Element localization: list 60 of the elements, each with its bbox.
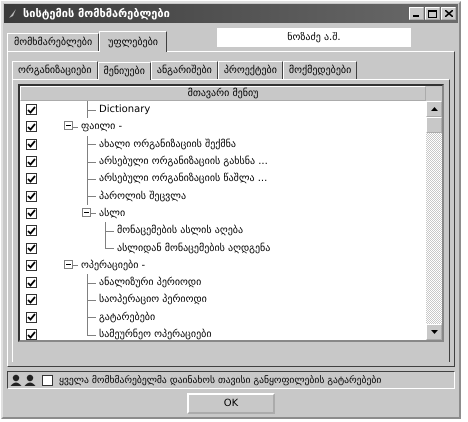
tree-item[interactable]: მონაცემების ასლის აღება [115, 225, 244, 236]
tree-item[interactable]: სამეურნეო ოპერაციები [97, 329, 212, 340]
collapse-toggle[interactable] [64, 260, 73, 269]
checkbox[interactable] [26, 312, 37, 323]
column-header: მთავარი მენიუ [20, 86, 426, 101]
checkbox[interactable] [26, 121, 37, 132]
tree-item[interactable]: ოპერაციები - [79, 260, 146, 271]
tree-item[interactable]: ანალიზური პერიოდი [97, 277, 202, 288]
tree-item[interactable]: არსებული ორგანიზაციის წაშლა ... [97, 173, 268, 184]
tree-item[interactable]: არსებული ორგანიზაციის გახსნა ... [97, 156, 268, 168]
checkbox[interactable] [42, 374, 53, 386]
person-icon [10, 374, 22, 386]
tree-item[interactable]: ფაილი - [79, 121, 122, 132]
up-arrow-icon [430, 107, 438, 111]
app-icon [8, 8, 17, 19]
minus-icon [66, 125, 71, 126]
collapse-toggle[interactable] [64, 121, 73, 130]
collapse-toggle[interactable] [82, 208, 91, 217]
checkbox[interactable] [26, 190, 37, 202]
scroll-down-button[interactable] [426, 324, 442, 340]
checkbox[interactable] [26, 225, 37, 236]
minus-icon [84, 212, 89, 213]
checkbox-label: ყველა მომხმარებელმა დაინახოს თავისი განყოფილების გატარებები [59, 374, 382, 386]
scroll-up-button[interactable] [426, 101, 442, 117]
tree-item[interactable]: გატარებები [97, 312, 156, 323]
checkbox[interactable] [26, 260, 37, 271]
scroll-thumb[interactable] [426, 117, 442, 133]
minimize-button[interactable] [409, 7, 424, 20]
tree-item[interactable]: Dictionary [97, 104, 150, 116]
checkbox[interactable] [26, 156, 37, 168]
person-icon [24, 374, 36, 386]
close-icon [444, 10, 452, 17]
scrollbar[interactable] [426, 101, 442, 340]
maximize-icon [428, 10, 437, 18]
checkbox[interactable] [26, 242, 37, 254]
tab[interactable]: მომხმარებლები [7, 33, 100, 51]
tree-item[interactable]: ახალი ორგანიზაციის შექმნა [97, 138, 236, 150]
close-button[interactable] [441, 7, 456, 20]
checkbox[interactable] [26, 104, 37, 116]
checkbox[interactable] [26, 173, 37, 184]
tree-item[interactable]: ასლიდან მონაცემების აღდგენა [115, 242, 270, 254]
checkbox[interactable] [26, 138, 37, 150]
window-title: სისტემის მომხმარებლები [23, 7, 171, 20]
tree-item[interactable]: ასლი [97, 208, 126, 219]
ok-button[interactable]: OK [187, 393, 275, 414]
tab[interactable]: მოქმედებები [282, 61, 358, 79]
tab[interactable]: ანგარიშები [150, 61, 218, 79]
checkbox[interactable] [26, 208, 37, 219]
tab[interactable]: ორგანიზაციები [12, 61, 98, 79]
checkbox[interactable] [26, 329, 37, 340]
tab[interactable]: უფლებები [99, 31, 167, 52]
tab[interactable]: მენიუები [98, 62, 151, 80]
minus-icon [66, 264, 71, 265]
down-arrow-icon [430, 330, 438, 334]
checkbox[interactable] [26, 277, 37, 288]
tab[interactable]: პროექტები [218, 61, 283, 79]
checkbox[interactable] [26, 294, 37, 306]
tree-item[interactable]: პაროლის შეცვლა [97, 190, 186, 202]
tree-item[interactable]: საოპერაციო პერიოდი [97, 294, 207, 306]
maximize-button[interactable] [425, 7, 440, 20]
